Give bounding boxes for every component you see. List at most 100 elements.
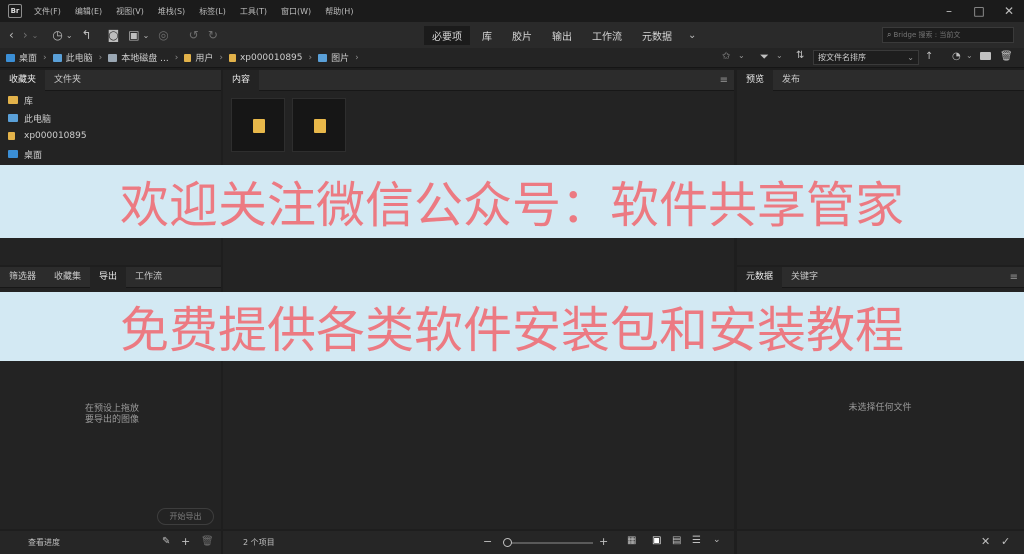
breadcrumb-local-disk[interactable]: 本地磁盘 ... ›: [108, 51, 178, 64]
chevron-down-icon[interactable]: ⌄: [713, 535, 721, 545]
menu-window[interactable]: 窗口(W): [281, 6, 311, 17]
folder-thumbnail[interactable]: [292, 98, 346, 152]
breadcrumb-user-folder[interactable]: xp000010895 ›: [228, 53, 312, 63]
add-icon[interactable]: +: [181, 535, 190, 548]
breadcrumb-desktop[interactable]: 桌面 ›: [6, 51, 47, 64]
workspace-metadata[interactable]: 元数据: [634, 26, 680, 45]
favorite-this-pc[interactable]: 此电脑: [0, 109, 221, 127]
rotate-left-icon[interactable]: ↺: [189, 28, 199, 42]
export-footer: 查看进度 ✎ + 🗑︎: [0, 531, 221, 554]
delete-icon[interactable]: 🗑︎: [1000, 51, 1013, 62]
lock-grid-icon[interactable]: ▦: [627, 535, 636, 546]
view-progress-label[interactable]: 查看进度: [28, 537, 60, 548]
menu-tools[interactable]: 工具(T): [240, 6, 267, 17]
favorite-label: 此电脑: [24, 114, 52, 125]
tab-content[interactable]: 内容: [223, 69, 260, 91]
tab-publish[interactable]: 发布: [773, 70, 809, 91]
delete-icon[interactable]: 🗑︎: [201, 536, 214, 547]
star-filter-icon[interactable]: ✩: [722, 51, 730, 62]
tab-folders[interactable]: 文件夹: [45, 70, 90, 91]
tab-export[interactable]: 导出: [90, 266, 127, 288]
chevron-down-icon[interactable]: ⌄: [66, 31, 73, 40]
menu-help[interactable]: 帮助(H): [325, 6, 353, 17]
open-in-camera-raw-icon[interactable]: ◎: [158, 28, 168, 42]
edit-icon[interactable]: ✎: [162, 536, 170, 547]
breadcrumb-label: 图片: [331, 54, 350, 64]
favorites-tabs: 收藏夹 文件夹: [0, 69, 221, 91]
details-view-icon[interactable]: ▤: [672, 535, 681, 546]
tab-metadata[interactable]: 元数据: [737, 266, 783, 288]
search-icon: ⌕: [887, 30, 892, 39]
menu-view[interactable]: 视图(V): [116, 6, 144, 17]
breadcrumb-label: 桌面: [19, 54, 38, 64]
menu-stacks[interactable]: 堆栈(S): [158, 6, 185, 17]
breadcrumb-this-pc[interactable]: 此电脑 ›: [52, 51, 102, 64]
workspace-workflow[interactable]: 工作流: [584, 26, 630, 45]
chevron-down-icon[interactable]: ⌄: [966, 51, 973, 60]
breadcrumb-pictures[interactable]: 图片 ›: [318, 51, 359, 64]
panel-menu-icon[interactable]: ≡: [720, 75, 728, 86]
refine-icon[interactable]: ▣: [128, 28, 139, 42]
favorite-library[interactable]: 库: [0, 91, 221, 109]
favorite-desktop[interactable]: 桌面: [0, 145, 221, 163]
menu-file[interactable]: 文件(F): [34, 6, 61, 17]
menu-edit[interactable]: 编辑(E): [75, 6, 102, 17]
panel-menu-icon[interactable]: ≡: [1010, 272, 1018, 283]
workspace-filmstrip[interactable]: 胶片: [504, 26, 540, 45]
computer-icon: [8, 114, 18, 122]
metadata-tabs: 元数据 关键字 ≡: [737, 266, 1024, 288]
back-icon[interactable]: ‹: [9, 28, 14, 42]
folder-thumbnail[interactable]: [231, 98, 285, 152]
list-view-icon[interactable]: ☰: [692, 535, 701, 546]
search-input[interactable]: [893, 31, 1004, 39]
maximize-icon[interactable]: □: [964, 4, 994, 18]
folder-icon: [8, 132, 15, 140]
workspace-essentials[interactable]: 必要项: [424, 25, 470, 45]
tab-workflow[interactable]: 工作流: [126, 267, 171, 288]
sort-select[interactable]: 按文件名排序 ⌄: [813, 50, 919, 65]
filter-icon[interactable]: ⏷: [760, 50, 769, 64]
chevron-down-icon[interactable]: ⌄: [143, 31, 150, 40]
path-bar: 桌面 › 此电脑 › 本地磁盘 ... › 用户 › xp000010895 ›…: [0, 48, 1024, 68]
tab-collections[interactable]: 收藏集: [45, 267, 90, 288]
desktop-icon: [8, 150, 18, 158]
recent-icon[interactable]: ◷: [52, 28, 62, 42]
start-export-button[interactable]: 开始导出: [157, 508, 214, 525]
recent-folders-icon[interactable]: ◔: [952, 51, 961, 62]
tab-favorites[interactable]: 收藏夹: [0, 69, 46, 91]
thumbnail-size-slider[interactable]: [511, 542, 593, 544]
folder-icon: [184, 53, 192, 62]
workspace-libraries[interactable]: 库: [474, 26, 500, 45]
tab-keywords[interactable]: 关键字: [782, 267, 827, 288]
camera-import-icon[interactable]: ◙: [108, 28, 120, 42]
slider-handle[interactable]: [503, 538, 512, 547]
chevron-down-icon[interactable]: ⌄: [776, 51, 783, 60]
minimize-icon[interactable]: –: [934, 4, 964, 18]
menu-label[interactable]: 标签(L): [199, 6, 226, 17]
chevron-down-icon[interactable]: ⌄: [688, 30, 696, 41]
sort-order-icon[interactable]: ⇅: [796, 50, 804, 61]
forward-icon[interactable]: ›: [23, 28, 28, 42]
favorite-user-folder[interactable]: xp000010895: [0, 127, 221, 145]
breadcrumb-users[interactable]: 用户 ›: [184, 51, 223, 64]
zoom-in-icon[interactable]: +: [599, 535, 608, 548]
chevron-down-icon[interactable]: ⌄: [738, 51, 745, 60]
new-folder-icon[interactable]: [980, 52, 991, 60]
thumbnail-view-icon[interactable]: ▣: [652, 535, 661, 546]
sort-ascending-icon[interactable]: ↑: [925, 51, 933, 62]
promo-banner-1: 欢迎关注微信公众号：软件共享管家: [0, 165, 1024, 238]
chevron-right-icon: ›: [219, 52, 223, 63]
return-icon[interactable]: ↰: [82, 28, 92, 42]
toolbar: ‹ › ⌄ ◷ ⌄ ↰ ◙ ▣ ⌄ ◎ ↺ ↻ 必要项 库 胶片 输出 工作流 …: [0, 22, 1024, 48]
tab-preview[interactable]: 预览: [737, 69, 774, 91]
chevron-down-icon[interactable]: ⌄: [32, 31, 39, 40]
tab-filter[interactable]: 筛选器: [0, 267, 45, 288]
window-controls: – □ ✕: [934, 0, 1024, 22]
zoom-out-icon[interactable]: −: [483, 535, 492, 548]
rotate-right-icon[interactable]: ↻: [208, 28, 218, 42]
apply-icon[interactable]: ✓: [1001, 535, 1010, 548]
workspace-output[interactable]: 输出: [544, 26, 580, 45]
close-icon[interactable]: ✕: [994, 4, 1024, 18]
chevron-down-icon: ⌄: [907, 53, 914, 62]
cancel-icon[interactable]: ✕: [981, 535, 990, 548]
